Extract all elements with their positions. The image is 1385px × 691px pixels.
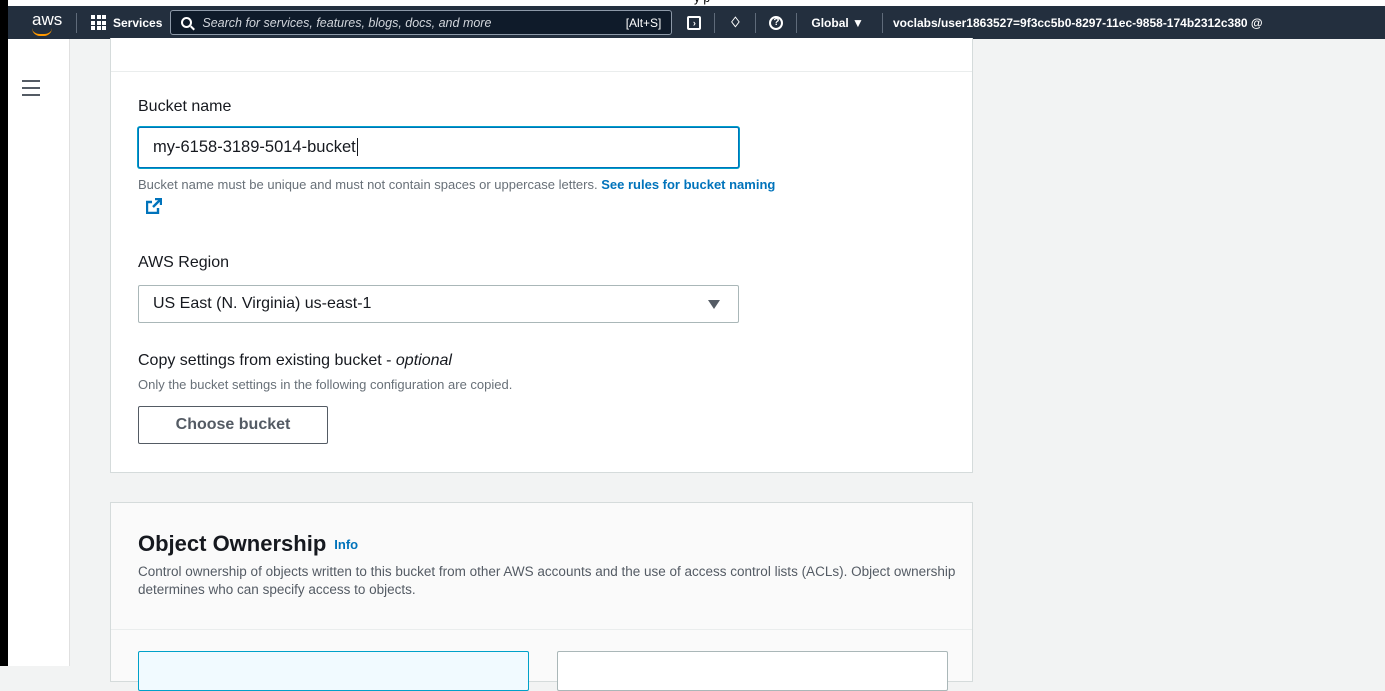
object-ownership-title: Object Ownership bbox=[138, 531, 327, 556]
bucket-name-input[interactable]: my-6158-3189-5014-bucket bbox=[138, 127, 739, 168]
side-rail bbox=[8, 39, 70, 666]
caret-down-icon bbox=[708, 300, 720, 309]
grid-icon bbox=[91, 15, 106, 30]
object-ownership-panel: Object Ownership Info Control ownership o… bbox=[110, 502, 973, 691]
cloudshell-button[interactable]: › bbox=[678, 6, 710, 39]
window-edge bbox=[0, 0, 8, 666]
ownership-option-tile-selected[interactable] bbox=[138, 651, 529, 691]
bell-icon: ♢ bbox=[729, 14, 742, 30]
cloudshell-icon: › bbox=[687, 15, 702, 30]
aws-logo[interactable]: aws bbox=[8, 6, 62, 39]
object-ownership-description: Control ownership of objects written to … bbox=[138, 564, 956, 597]
general-configuration-panel: Bucket name my-6158-3189-5014-bucket Buc… bbox=[110, 38, 973, 473]
copy-settings-text: Copy settings from existing bucket - bbox=[138, 352, 396, 369]
notifications-button[interactable]: ♢ bbox=[719, 6, 751, 39]
aws-top-nav: aws Services Search for services, featur… bbox=[8, 6, 1385, 39]
ownership-option-tile[interactable] bbox=[557, 651, 948, 691]
region-selector[interactable]: Global ▼ bbox=[811, 16, 864, 30]
panel-divider bbox=[111, 71, 972, 72]
top-strip-text: y p bbox=[694, 0, 710, 5]
info-link[interactable]: Info bbox=[334, 537, 358, 552]
search-icon bbox=[181, 17, 193, 28]
nav-divider bbox=[881, 12, 883, 33]
help-button[interactable]: ? bbox=[760, 6, 792, 39]
nav-divider bbox=[76, 12, 77, 33]
bucket-name-value: my-6158-3189-5014-bucket bbox=[153, 138, 356, 156]
aws-region-select[interactable]: US East (N. Virginia) us-east-1 bbox=[138, 285, 739, 323]
aws-region-label: AWS Region bbox=[138, 254, 229, 271]
services-label: Services bbox=[113, 15, 163, 30]
copy-settings-label: Copy settings from existing bucket - opt… bbox=[138, 352, 452, 370]
nav-divider bbox=[755, 12, 757, 33]
aws-region-value: US East (N. Virginia) us-east-1 bbox=[153, 295, 372, 312]
copy-settings-hint: Only the bucket settings in the followin… bbox=[138, 377, 513, 392]
nav-divider bbox=[714, 12, 716, 33]
bucket-naming-rules-link[interactable]: See rules for bucket naming bbox=[601, 177, 775, 192]
aws-logo-smile bbox=[32, 28, 52, 36]
object-ownership-heading: Object Ownership Info bbox=[138, 531, 358, 557]
choose-bucket-button[interactable]: Choose bucket bbox=[138, 406, 328, 444]
hamburger-menu-icon[interactable] bbox=[22, 80, 40, 101]
external-link-icon[interactable] bbox=[146, 198, 162, 214]
search-placeholder: Search for services, features, blogs, do… bbox=[202, 15, 492, 30]
services-menu-button[interactable]: Services bbox=[91, 15, 162, 30]
nav-divider bbox=[796, 12, 798, 33]
panel-divider bbox=[111, 629, 972, 630]
bucket-name-label: Bucket name bbox=[138, 98, 232, 115]
bucket-name-hint-text: Bucket name must be unique and must not … bbox=[138, 177, 598, 192]
search-input[interactable]: Search for services, features, blogs, do… bbox=[170, 10, 673, 35]
account-menu[interactable]: voclabs/user1863527=9f3cc5b0-8297-11ec-9… bbox=[893, 16, 1263, 30]
aws-logo-text: aws bbox=[32, 10, 63, 29]
bucket-name-hint: Bucket name must be unique and must not … bbox=[138, 177, 775, 192]
copy-settings-optional: optional bbox=[395, 352, 452, 369]
help-icon: ? bbox=[769, 15, 784, 30]
search-shortcut: [Alt+S] bbox=[625, 15, 662, 30]
